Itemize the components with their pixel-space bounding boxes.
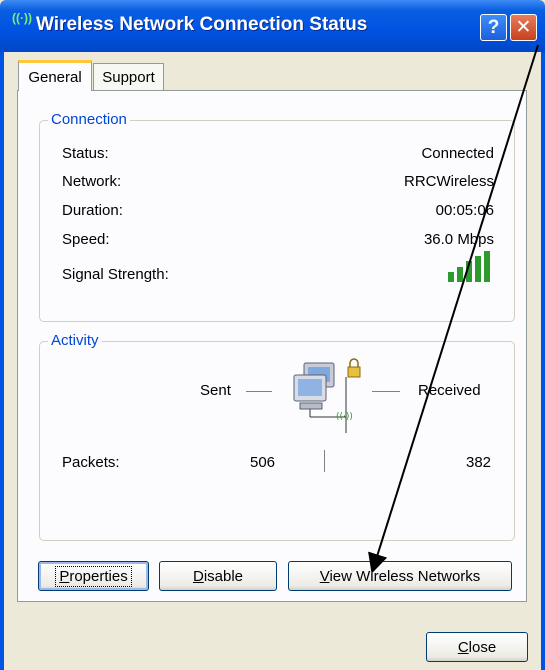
packets-divider bbox=[324, 450, 325, 472]
properties-button-label: Properties bbox=[55, 565, 132, 587]
status-label: Status: bbox=[62, 145, 109, 162]
window-frame-right bbox=[541, 52, 545, 670]
close-icon: ✕ bbox=[515, 17, 532, 38]
title-bar[interactable]: ((·)) Wireless Network Connection Status… bbox=[0, 0, 545, 52]
status-dialog: ((·)) Wireless Network Connection Status… bbox=[0, 0, 545, 670]
view-wireless-networks-button[interactable]: View Wireless Networks bbox=[288, 561, 512, 591]
activity-group bbox=[39, 341, 515, 541]
close-button[interactable]: Close bbox=[426, 632, 528, 662]
disable-button-label: Disable bbox=[192, 567, 244, 585]
sent-label: Sent bbox=[200, 382, 231, 399]
network-label: Network: bbox=[62, 173, 122, 190]
svg-text:((·)): ((·)) bbox=[336, 412, 353, 422]
close-button-label: Close bbox=[457, 638, 497, 656]
signal-strength-label: Signal Strength: bbox=[62, 266, 169, 283]
received-line bbox=[372, 391, 400, 392]
status-value: Connected bbox=[421, 145, 494, 162]
window-title: Wireless Network Connection Status bbox=[36, 14, 368, 35]
packets-label: Packets: bbox=[62, 454, 120, 471]
duration-value: 00:05:06 bbox=[435, 202, 494, 219]
packets-received-value: 382 bbox=[466, 454, 492, 471]
speed-value: 36.0 Mbps bbox=[423, 231, 494, 248]
signal-bar-1 bbox=[448, 272, 454, 282]
received-label: Received bbox=[418, 382, 481, 399]
activity-legend: Activity bbox=[48, 332, 102, 349]
signal-bar-5 bbox=[484, 251, 490, 282]
tab-general[interactable]: General bbox=[18, 60, 92, 91]
network-value: RRCWireless bbox=[404, 173, 494, 190]
signal-bar-3 bbox=[466, 261, 472, 282]
tab-general-label: General bbox=[28, 68, 82, 86]
network-computers-icon: ((·)) bbox=[293, 358, 361, 433]
wireless-network-icon: ((·)) bbox=[12, 11, 32, 25]
view-wireless-networks-label: View Wireless Networks bbox=[319, 567, 481, 585]
connection-legend: Connection bbox=[48, 111, 130, 128]
signal-bar-4 bbox=[475, 256, 481, 282]
packets-sent-value: 506 bbox=[250, 454, 276, 471]
sent-line bbox=[246, 391, 272, 392]
tab-support[interactable]: Support bbox=[93, 63, 164, 91]
window-close-button[interactable]: ✕ bbox=[510, 14, 537, 41]
tab-support-label: Support bbox=[102, 69, 155, 86]
disable-button[interactable]: Disable bbox=[159, 561, 277, 591]
signal-bar-2 bbox=[457, 267, 463, 282]
properties-button[interactable]: Properties bbox=[38, 561, 149, 591]
speed-label: Speed: bbox=[62, 231, 110, 248]
signal-strength-icon bbox=[448, 251, 490, 282]
duration-label: Duration: bbox=[62, 202, 123, 219]
help-button[interactable]: ? bbox=[480, 14, 507, 41]
window-frame-left bbox=[0, 52, 4, 670]
